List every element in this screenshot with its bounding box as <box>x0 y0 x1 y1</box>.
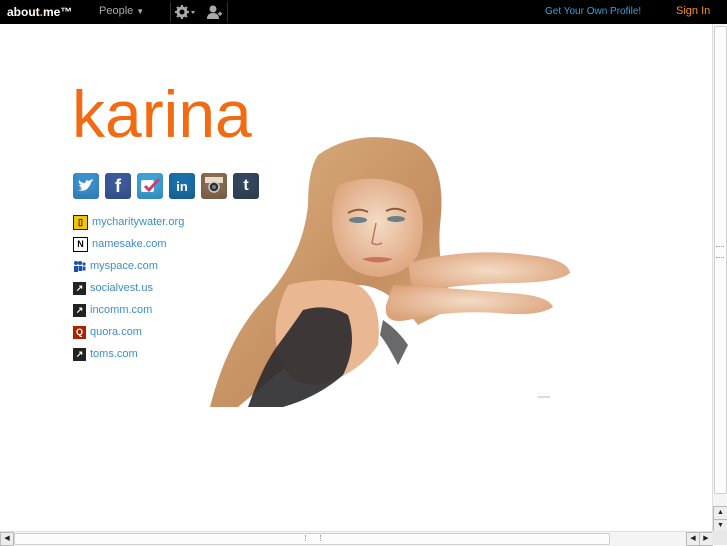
link-label[interactable]: socialvest.us <box>90 282 153 294</box>
logo-me: me™ <box>43 5 73 19</box>
gear-icon <box>175 5 195 19</box>
facebook-icon[interactable]: f <box>105 173 131 199</box>
chevron-down-icon: ▼ <box>136 7 145 16</box>
people-label: People <box>99 5 134 17</box>
linkedin-icon[interactable]: in <box>169 173 195 199</box>
scroll-grip <box>716 246 724 258</box>
scroll-up-button[interactable]: ▲ <box>713 506 727 520</box>
link-label[interactable]: namesake.com <box>92 238 167 250</box>
add-person-icon <box>207 5 222 19</box>
divider <box>227 2 228 22</box>
link-label[interactable]: quora.com <box>90 326 142 338</box>
charitywater-icon: ▯ <box>73 214 88 230</box>
sign-in-link[interactable]: Sign In <box>676 5 710 17</box>
scrollbar-corner <box>712 531 727 545</box>
settings-menu[interactable] <box>174 3 196 21</box>
link-incomm[interactable]: ↗ incomm.com <box>73 299 184 321</box>
vertical-scroll-thumb[interactable] <box>714 26 727 494</box>
link-label[interactable]: myspace.com <box>90 260 158 272</box>
link-namesake[interactable]: N namesake.com <box>73 233 184 255</box>
namesake-icon: N <box>73 236 88 252</box>
portrait-illustration: ~~~~ <box>210 137 570 407</box>
add-person-button[interactable] <box>205 3 223 21</box>
link-socialvest[interactable]: ↗ socialvest.us <box>73 277 184 299</box>
scroll-grip <box>305 535 321 541</box>
scroll-left-button[interactable]: ◀ <box>686 532 700 546</box>
twitter-icon[interactable] <box>73 173 99 199</box>
link-toms[interactable]: ↗ toms.com <box>73 343 184 365</box>
divider <box>170 2 171 22</box>
top-bar: about.me™ People ▼ Get Your Own Profile! … <box>0 0 727 24</box>
external-link-icon: ↗ <box>73 347 86 361</box>
link-mycharitywater[interactable]: ▯ mycharitywater.org <box>73 211 184 233</box>
link-label[interactable]: toms.com <box>90 348 138 360</box>
link-label[interactable]: mycharitywater.org <box>92 216 184 228</box>
logo-text: about <box>7 5 40 19</box>
scroll-left-button[interactable]: ◀ <box>0 532 14 546</box>
external-link-icon: ↗ <box>73 303 86 317</box>
link-quora[interactable]: Q quora.com <box>73 321 184 343</box>
link-myspace[interactable]: myspace.com <box>73 255 184 277</box>
foursquare-icon[interactable] <box>137 173 163 199</box>
get-own-profile-link[interactable]: Get Your Own Profile! <box>545 6 641 17</box>
quora-icon: Q <box>73 325 86 339</box>
scroll-right-button[interactable]: ▶ <box>699 532 713 546</box>
aboutme-logo[interactable]: about.me™ <box>7 5 72 19</box>
people-menu[interactable]: People ▼ <box>99 5 144 17</box>
myspace-icon <box>73 260 86 273</box>
artist-signature: ~~~~ <box>538 395 550 401</box>
external-link-icon: ↗ <box>73 281 86 295</box>
link-label[interactable]: incomm.com <box>90 304 152 316</box>
website-links: ▯ mycharitywater.org N namesake.com mysp… <box>73 211 184 365</box>
